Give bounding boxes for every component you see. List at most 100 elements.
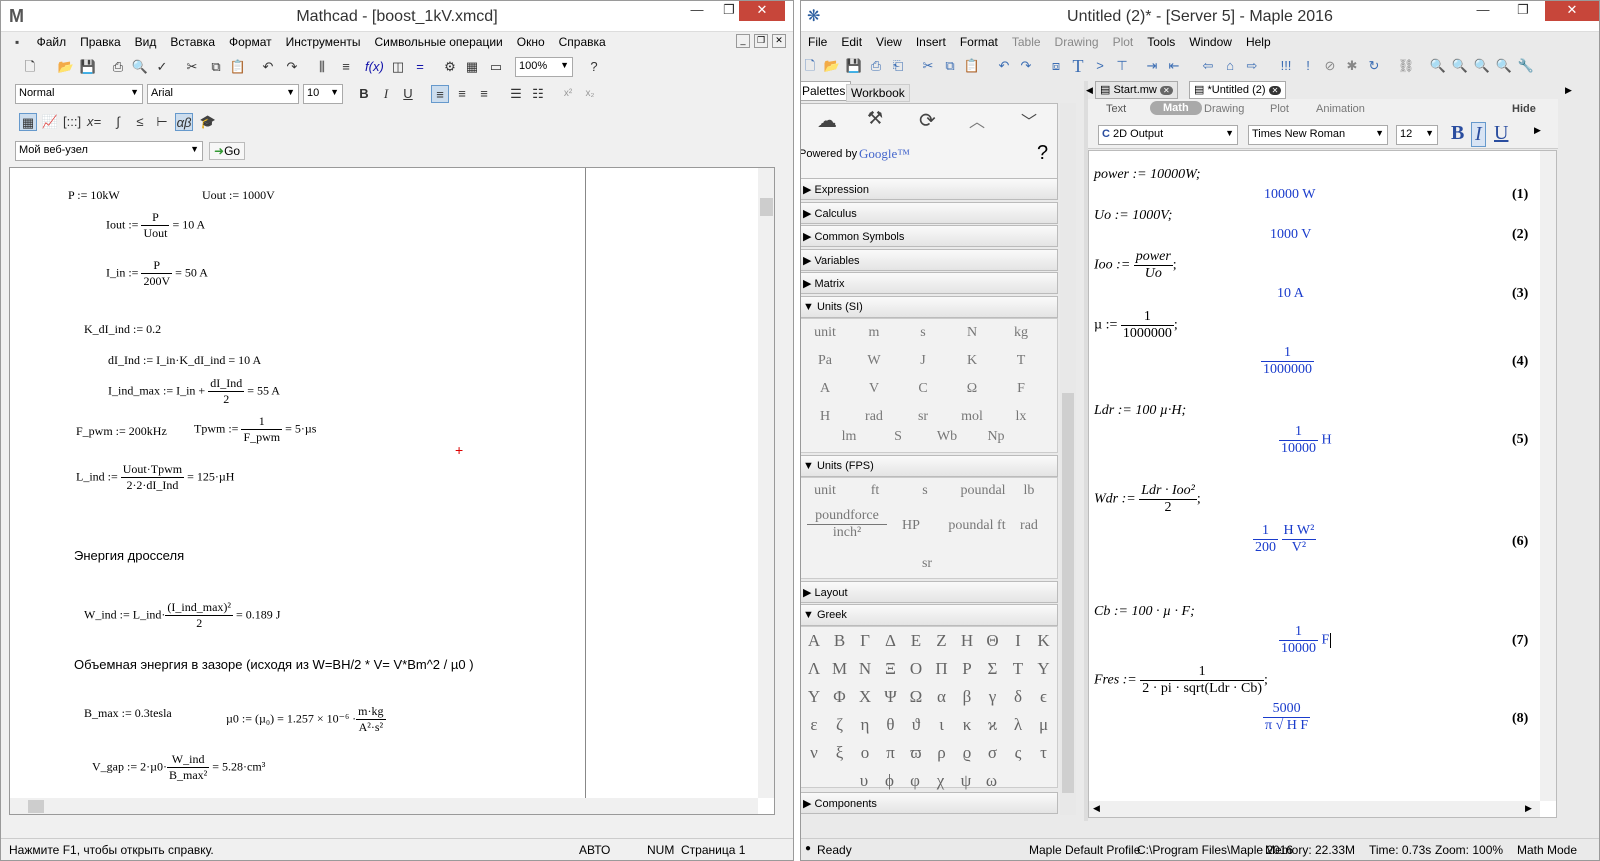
greek-symbol[interactable]: ψ xyxy=(953,771,979,791)
greek-symbol[interactable]: Ζ xyxy=(929,631,955,651)
align-icon[interactable]: ⫼ xyxy=(313,58,331,76)
panel-expand-icon[interactable]: ▶ xyxy=(1565,85,1572,96)
bold-button[interactable]: B xyxy=(355,85,373,103)
eq-fpwm[interactable]: F_pwm := 200kHz xyxy=(76,424,167,439)
menu-insert[interactable]: Insert xyxy=(909,32,953,49)
save-icon[interactable]: 💾 xyxy=(79,58,97,76)
go-button[interactable]: ➜Go xyxy=(209,142,246,160)
menu-format[interactable]: Format xyxy=(953,32,1005,49)
menu-insert[interactable]: Вставка xyxy=(163,32,222,49)
redo-icon[interactable]: ↷ xyxy=(283,58,301,76)
palette-greek[interactable]: ▼ Greek xyxy=(801,604,1058,626)
greek-symbol[interactable]: Ρ xyxy=(954,659,980,679)
greek-symbol[interactable]: ρ xyxy=(929,743,955,763)
greek-symbol[interactable]: Π xyxy=(929,659,955,679)
boolean-toolbar-icon[interactable]: ≤ xyxy=(131,113,149,131)
eq-wind[interactable]: W_ind := L_ind· (I_ind_max)² 2 = 0.189 J xyxy=(84,600,280,631)
input-wdr[interactable]: Wdr := Ldr · Ioo² 2; xyxy=(1094,483,1201,516)
eq-vgap[interactable]: V_gap := 2·µ0· W_ind B_max² = 5.28·cm³ xyxy=(92,752,265,783)
greek-symbol[interactable]: τ xyxy=(1031,743,1057,763)
greek-symbol[interactable]: χ xyxy=(928,771,954,791)
tab-close-icon[interactable]: ✕ xyxy=(1159,86,1173,95)
eq-bmax[interactable]: B_max := 0.3tesla xyxy=(84,706,172,721)
align-right-button[interactable]: ≡ xyxy=(475,85,493,103)
greek-symbol[interactable]: Η xyxy=(954,631,980,651)
si-unit[interactable]: A xyxy=(805,381,845,397)
math-mode-icon[interactable]: > xyxy=(1091,57,1109,75)
print-icon[interactable]: ⎙ xyxy=(867,57,885,75)
greek-symbol[interactable]: α xyxy=(929,687,955,707)
fps-s[interactable]: s xyxy=(905,483,945,499)
style-select[interactable]: Normal ▼ xyxy=(15,84,143,104)
greek-symbol[interactable]: Ι xyxy=(1005,631,1031,651)
underline-button[interactable]: U xyxy=(399,85,417,103)
si-unit[interactable]: H xyxy=(805,409,845,425)
greek-symbol[interactable]: δ xyxy=(1005,687,1031,707)
input-ldr[interactable]: Ldr := 100 µ·H; xyxy=(1094,403,1186,419)
si-unit[interactable]: W xyxy=(854,353,894,369)
si-unit[interactable]: lx xyxy=(1001,409,1041,425)
insert-function-icon[interactable]: f(x) xyxy=(365,58,384,76)
greek-symbol[interactable]: Σ xyxy=(980,659,1006,679)
execute-all-icon[interactable]: !!! xyxy=(1277,57,1295,75)
tab-workbook[interactable]: Workbook xyxy=(846,84,910,102)
stop-icon[interactable]: ⊘ xyxy=(1321,57,1339,75)
doc-size-select[interactable]: 12 ▼ xyxy=(1396,125,1438,145)
italic-button[interactable]: I xyxy=(377,85,395,103)
new-icon[interactable]: 🗋 xyxy=(801,57,819,75)
component-icon[interactable]: ⚙ xyxy=(441,58,459,76)
greek-symbol[interactable]: ν xyxy=(801,743,827,763)
greek-symbol[interactable]: ϕ xyxy=(877,771,903,791)
eq-iout[interactable]: Iout := P Uout = 10 A xyxy=(106,210,205,241)
restart-icon[interactable]: ↻ xyxy=(1365,57,1383,75)
si-unit[interactable]: F xyxy=(1001,381,1041,397)
si-unit[interactable]: Ω xyxy=(952,381,992,397)
si-unit[interactable]: unit xyxy=(805,325,845,341)
save-icon[interactable]: 💾 xyxy=(845,57,863,75)
greek-symbol[interactable]: Ο xyxy=(903,659,929,679)
fps-unit[interactable]: unit xyxy=(805,483,845,499)
greek-symbol[interactable]: ϵ xyxy=(1031,687,1057,707)
greek-symbol[interactable]: Ξ xyxy=(878,659,904,679)
greek-symbol[interactable]: Ε xyxy=(903,631,929,651)
greek-symbol[interactable]: π xyxy=(878,743,904,763)
input-ioo[interactable]: Ioo := power Uo; xyxy=(1094,249,1177,282)
si-unit[interactable]: lm xyxy=(829,429,869,445)
menu-symbolic[interactable]: Символьные операции xyxy=(367,32,509,49)
doc-close-button[interactable]: ✕ xyxy=(772,34,786,48)
menu-help[interactable]: Help xyxy=(1239,32,1278,49)
menu-view[interactable]: View xyxy=(869,32,909,49)
greek-symbol[interactable]: Υ xyxy=(801,687,827,707)
greek-symbol[interactable]: ζ xyxy=(827,715,853,735)
text-energy[interactable]: Энергия дросселя xyxy=(74,548,184,563)
close-button[interactable]: ✕ xyxy=(739,1,785,21)
vertical-scrollbar[interactable] xyxy=(758,168,774,798)
menu-window[interactable]: Окно xyxy=(510,32,552,49)
back-icon[interactable]: ⇦ xyxy=(1199,57,1217,75)
doc-restore-button[interactable]: ❐ xyxy=(754,34,768,48)
text-volume-energy[interactable]: Объемная энергия в зазоре (исходя из W=B… xyxy=(74,657,474,672)
paste-icon[interactable]: 📋 xyxy=(963,57,981,75)
forward-icon[interactable]: ⇨ xyxy=(1243,57,1261,75)
tab-start[interactable]: ▤ Start.mw ✕ xyxy=(1095,81,1178,99)
fps-poundal[interactable]: poundal xyxy=(955,483,1011,499)
greek-symbol[interactable]: Ω xyxy=(903,687,929,707)
insert-unit-icon[interactable]: ◫ xyxy=(389,58,407,76)
eq-mu0[interactable]: µ0 := (µ₀) = 1.257 × 10⁻⁶ · m·kg A²·s² xyxy=(226,704,386,735)
mode-math[interactable]: Math xyxy=(1150,101,1202,115)
eq-dii[interactable]: dI_Ind := I_in·K_dI_ind = 10 A xyxy=(108,353,261,368)
subscript-button[interactable]: x₂ xyxy=(581,85,599,103)
greek-symbol[interactable]: γ xyxy=(980,687,1006,707)
zoom-out-icon[interactable]: 🔍 xyxy=(1451,57,1469,75)
greek-symbol[interactable]: Μ xyxy=(827,659,853,679)
greek-symbol[interactable]: Τ xyxy=(1005,659,1031,679)
palette-units-si[interactable]: ▼ Units (SI) xyxy=(801,296,1058,318)
greek-symbol[interactable]: Ψ xyxy=(878,687,904,707)
menu-help[interactable]: Справка xyxy=(552,32,613,49)
output-select[interactable]: C 2D Output ▼ xyxy=(1098,125,1238,145)
tools-icon[interactable]: 🔧 xyxy=(1517,57,1535,75)
symbolic-toolbar-icon[interactable]: 🎓 xyxy=(199,113,217,131)
zoom-select[interactable]: 100% ▼ xyxy=(515,57,573,77)
greek-symbol[interactable]: ς xyxy=(1005,743,1031,763)
greek-symbol[interactable]: θ xyxy=(878,715,904,735)
